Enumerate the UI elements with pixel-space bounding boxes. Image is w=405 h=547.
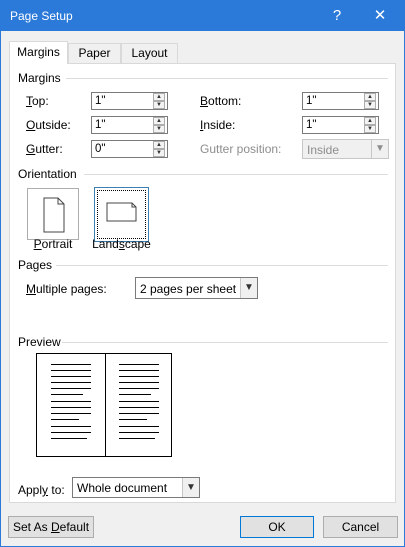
chevron-down-icon[interactable]: ▼	[182, 478, 199, 497]
preview-text-line	[51, 382, 91, 383]
preview-text-line	[51, 432, 91, 433]
inside-margin-spinner[interactable]: 1" ▲ ▼	[302, 116, 379, 134]
preview-text-line	[119, 376, 159, 377]
inside-margin-label: Inside:	[200, 118, 236, 132]
preview-text-line	[51, 426, 91, 427]
bottom-margin-down-arrow-icon[interactable]: ▼	[364, 101, 376, 109]
top-margin-up-arrow-icon[interactable]: ▲	[153, 93, 165, 101]
margins-tab-panel: Margins Top: 1" ▲ ▼ Bottom: 1" ▲ ▼ Outsi…	[9, 63, 396, 503]
preview-text-line	[51, 438, 87, 439]
preview-text-line	[119, 382, 159, 383]
preview-spine	[105, 354, 106, 456]
top-margin-spinner[interactable]: 1" ▲ ▼	[91, 92, 168, 110]
outside-margin-spinner[interactable]: 1" ▲ ▼	[91, 116, 168, 134]
margins-group-divider	[66, 78, 388, 79]
preview-text-line	[119, 438, 155, 439]
inside-margin-value[interactable]: 1"	[306, 119, 316, 131]
preview-text-line	[119, 407, 159, 408]
preview-text-line	[119, 426, 159, 427]
tab-paper[interactable]: Paper	[68, 43, 121, 63]
portrait-page-icon	[43, 197, 65, 233]
orientation-group-divider	[84, 174, 388, 175]
apply-to-label: Apply to:	[18, 483, 65, 497]
preview-text-line	[51, 407, 91, 408]
page-setup-dialog: Page Setup ? ✕ Margins Paper Layout Marg…	[0, 0, 405, 547]
preview-text-line	[119, 432, 159, 433]
preview-text-line	[51, 401, 91, 402]
landscape-page-icon	[106, 202, 137, 222]
preview-text-line	[51, 376, 91, 377]
preview-text-line	[51, 413, 91, 414]
gutter-spinner[interactable]: 0" ▲ ▼	[91, 140, 168, 158]
page-preview	[36, 353, 172, 457]
gutter-position-select[interactable]: Inside ▼	[302, 139, 389, 159]
close-button[interactable]: ✕	[365, 1, 395, 31]
preview-text-line	[119, 413, 159, 414]
help-button[interactable]: ?	[322, 1, 352, 31]
orientation-group-label: Orientation	[18, 167, 77, 181]
chevron-down-icon[interactable]: ▼	[371, 140, 388, 158]
dialog-title: Page Setup	[10, 9, 73, 23]
gutter-label: Gutter:	[26, 142, 63, 156]
multiple-pages-label: Multiple pages:	[26, 282, 107, 296]
bottom-margin-value[interactable]: 1"	[306, 95, 316, 107]
portrait-option[interactable]	[27, 188, 79, 240]
apply-to-value: Whole document	[77, 481, 168, 495]
preview-text-line	[119, 394, 151, 395]
preview-text-line	[119, 370, 159, 371]
outside-margin-down-arrow-icon[interactable]: ▼	[153, 125, 165, 133]
multiple-pages-value: 2 pages per sheet	[140, 282, 237, 296]
set-as-default-button[interactable]: Set As Default	[8, 516, 94, 538]
inside-margin-down-arrow-icon[interactable]: ▼	[364, 125, 376, 133]
cancel-button[interactable]: Cancel	[323, 516, 398, 538]
inside-margin-up-arrow-icon[interactable]: ▲	[364, 117, 376, 125]
apply-to-select[interactable]: Whole document ▼	[72, 477, 200, 498]
top-margin-value[interactable]: 1"	[95, 95, 105, 107]
gutter-down-arrow-icon[interactable]: ▼	[153, 149, 165, 157]
landscape-label[interactable]: Landscape	[90, 237, 153, 251]
outside-margin-up-arrow-icon[interactable]: ▲	[153, 117, 165, 125]
tab-layout[interactable]: Layout	[121, 43, 178, 63]
preview-text-line	[51, 388, 91, 389]
top-margin-down-arrow-icon[interactable]: ▼	[153, 101, 165, 109]
bottom-margin-spinner[interactable]: 1" ▲ ▼	[302, 92, 379, 110]
outside-margin-label: Outside:	[26, 118, 71, 132]
preview-text-line	[119, 419, 147, 420]
gutter-value[interactable]: 0"	[95, 143, 105, 155]
margins-group-label: Margins	[18, 71, 61, 85]
gutter-position-value: Inside	[307, 143, 340, 157]
title-bar: Page Setup ? ✕	[1, 1, 404, 31]
preview-text-line	[119, 388, 159, 389]
preview-text-line	[51, 370, 91, 371]
portrait-label[interactable]: Portrait	[27, 237, 79, 251]
top-margin-label: Top:	[26, 94, 49, 108]
multiple-pages-select[interactable]: 2 pages per sheet ▼	[135, 277, 258, 299]
preview-text-line	[51, 364, 91, 365]
pages-group-divider	[56, 265, 388, 266]
outside-margin-value[interactable]: 1"	[95, 119, 105, 131]
gutter-up-arrow-icon[interactable]: ▲	[153, 141, 165, 149]
gutter-position-label: Gutter position:	[200, 142, 282, 156]
tab-margins[interactable]: Margins	[9, 41, 68, 64]
preview-group-divider	[62, 342, 388, 343]
preview-text-line	[119, 401, 159, 402]
preview-text-line	[51, 394, 83, 395]
pages-group-label: Pages	[18, 258, 53, 272]
ok-button[interactable]: OK	[240, 516, 314, 538]
preview-text-line	[119, 364, 159, 365]
bottom-margin-up-arrow-icon[interactable]: ▲	[364, 93, 376, 101]
preview-text-line	[51, 419, 79, 420]
bottom-margin-label: Bottom:	[200, 94, 242, 108]
landscape-option[interactable]	[94, 187, 149, 242]
chevron-down-icon[interactable]: ▼	[240, 278, 257, 298]
preview-group-label: Preview	[18, 335, 61, 349]
